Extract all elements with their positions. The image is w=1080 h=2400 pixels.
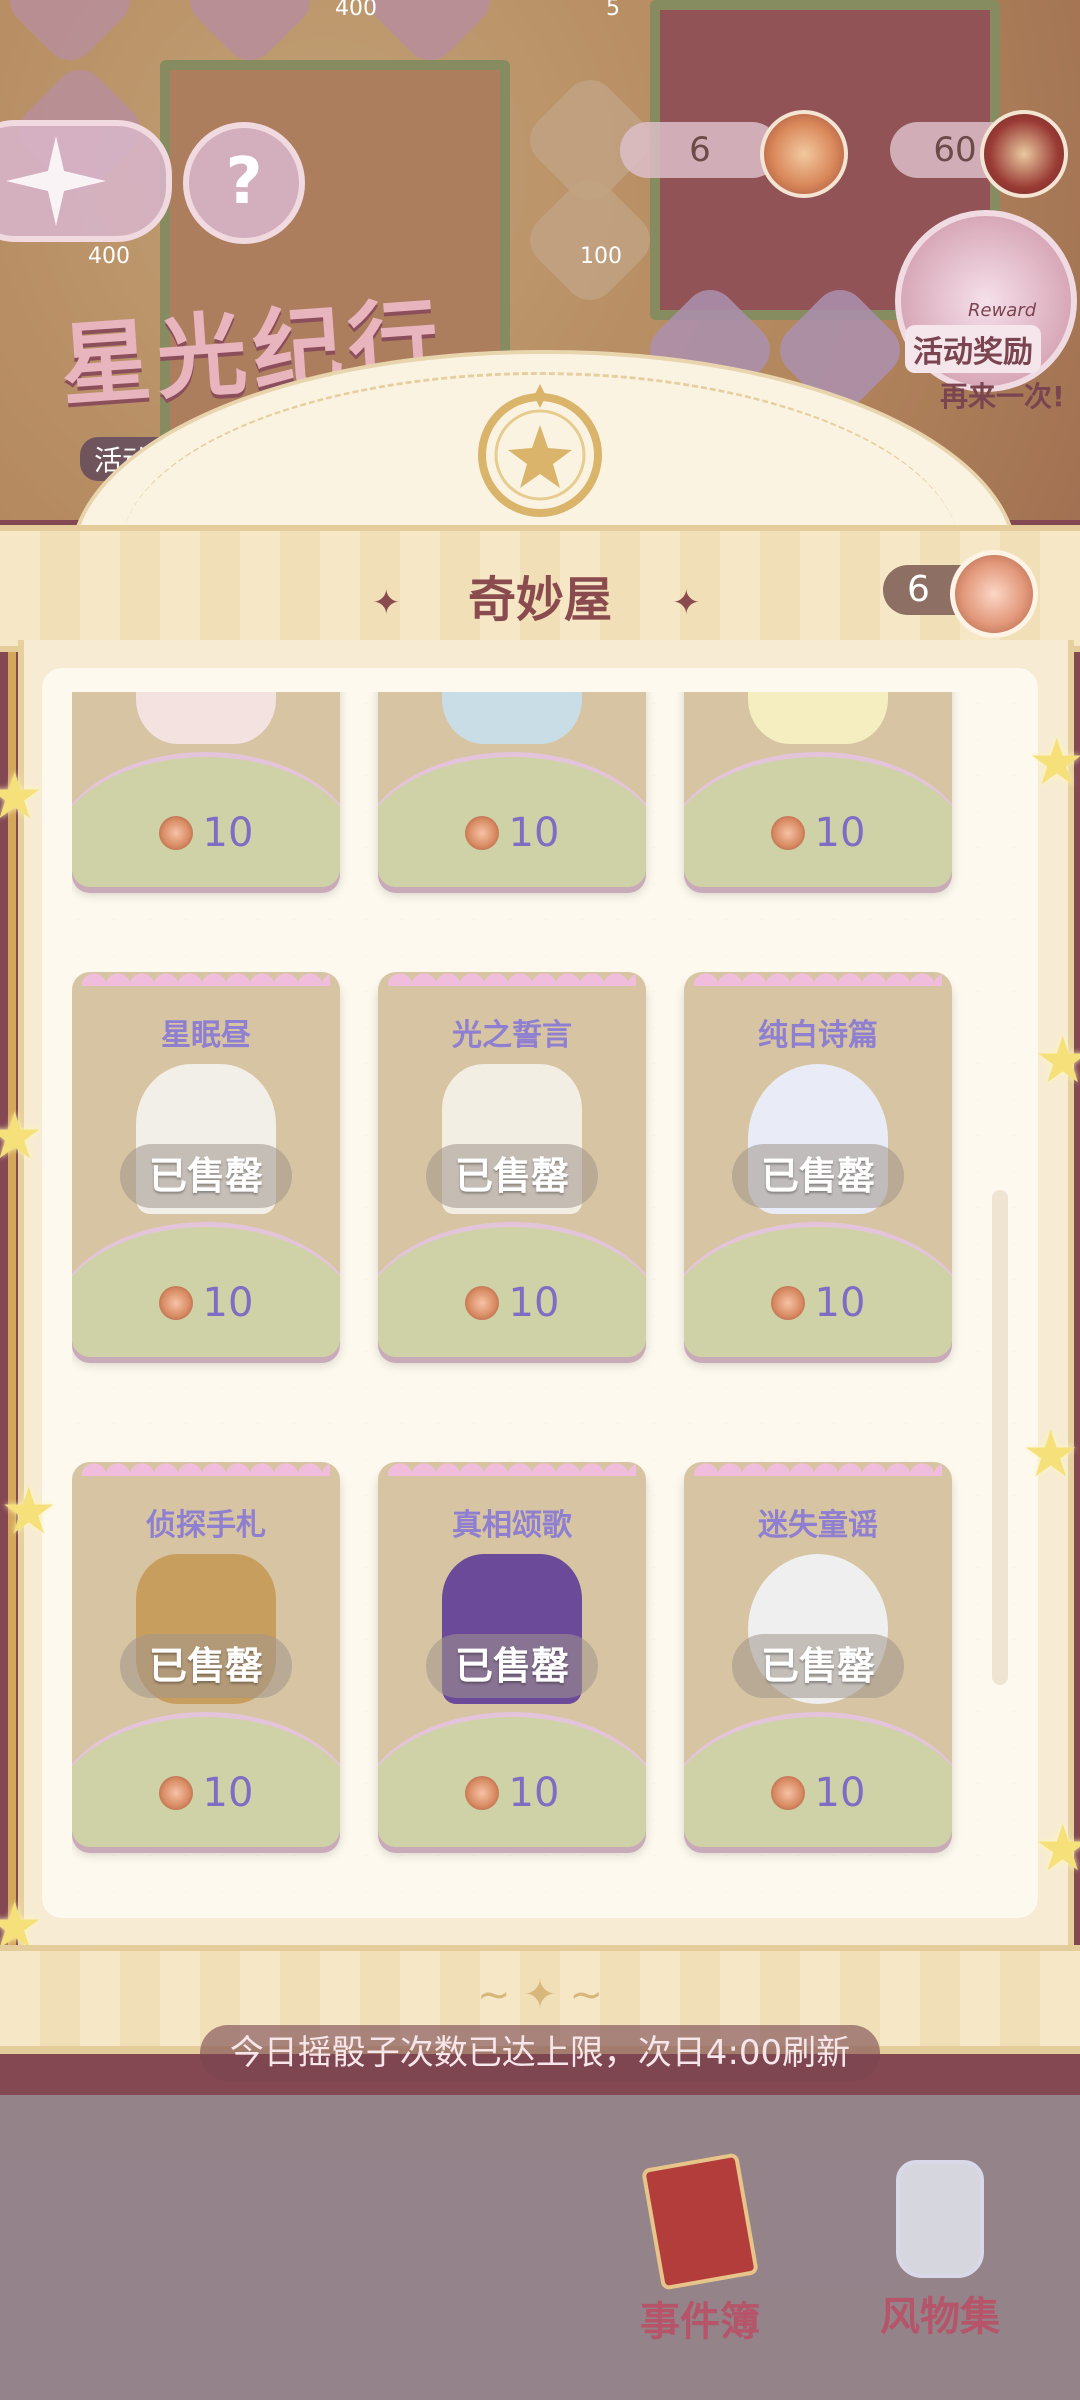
star-icon: ★ [0, 1100, 44, 1174]
star-coin-icon [158, 816, 193, 850]
sold-out-badge: 已售罄 [732, 1144, 904, 1208]
star-coin-icon [770, 816, 805, 850]
reward-label: 活动奖励 [905, 325, 1041, 373]
events-book-button[interactable]: 事件簿 [630, 2152, 770, 2347]
shop-item-card[interactable]: 纯白诗篇 已售罄 10 [684, 972, 952, 1357]
tile-value: 5 [606, 0, 620, 21]
star-icon: ★ [1022, 1418, 1080, 1492]
tile-value: 400 [335, 0, 377, 21]
sold-out-badge: 已售罄 [120, 1634, 292, 1698]
item-price: 10 [684, 810, 952, 856]
item-price: 10 [378, 810, 646, 856]
shop-item-card[interactable]: 迷失童谣 已售罄 10 [684, 1462, 952, 1847]
title-deco-right-icon: ✦ [672, 583, 701, 623]
shop-item-card[interactable]: 10 [684, 692, 952, 887]
card-ribbon [82, 972, 330, 986]
sold-out-badge: 已售罄 [120, 1144, 292, 1208]
item-name: 星眠昼 [161, 1018, 251, 1053]
star-coin-icon [464, 1286, 499, 1320]
events-book-label: 事件簿 [640, 2299, 760, 2345]
help-button[interactable]: ? [183, 122, 305, 244]
card-ribbon [388, 972, 636, 986]
jar-icon [896, 2160, 984, 2278]
star-icon: ★ [0, 1475, 58, 1549]
card-ribbon [694, 1462, 942, 1476]
sold-out-badge: 已售罄 [732, 1634, 904, 1698]
vine-left [8, 640, 16, 1960]
dice-limit-notice: 今日摇骰子次数已达上限，次日4:00刷新 [200, 2025, 880, 2081]
currency-count: 6 [907, 569, 930, 610]
item-price: 10 [684, 1770, 952, 1816]
shop-grid[interactable]: 10 10 10 星眠昼 已售罄 10 光之誓言 已售罄 10 纯白诗篇 已售罄 [72, 692, 972, 1897]
item-name: 光之誓言 [452, 1018, 572, 1053]
footer-ornament-icon: ~ ✦ ~ [477, 1972, 603, 2018]
card-ribbon [82, 1462, 330, 1476]
item-name: 迷失童谣 [758, 1508, 878, 1543]
star-coin-icon [770, 1286, 805, 1320]
collection-button[interactable]: 风物集 [870, 2160, 1010, 2342]
shop-item-card[interactable]: 真相颂歌 已售罄 10 [378, 1462, 646, 1847]
star-icon: ★ [1034, 1812, 1080, 1886]
compass-icon [6, 136, 106, 226]
dice-count: 6 [689, 130, 711, 170]
outfit-image [748, 692, 888, 744]
shop-item-card[interactable]: 侦探手札 已售罄 10 [72, 1462, 340, 1847]
tile-value: 100 [580, 244, 622, 269]
item-price: 10 [72, 1770, 340, 1816]
card-ribbon [388, 1462, 636, 1476]
reward-caption: Reward [968, 300, 1037, 321]
star-icon: ★ [0, 760, 44, 834]
shop-item-card[interactable]: 10 [72, 692, 340, 887]
star-coin-icon [760, 110, 848, 198]
star-coin-icon [158, 1286, 193, 1320]
item-price: 10 [72, 1280, 340, 1326]
back-button[interactable] [0, 120, 172, 242]
star-icon: ★ [1034, 1024, 1080, 1098]
item-price: 10 [72, 810, 340, 856]
star-coin-icon [464, 1776, 499, 1810]
item-name: 真相颂歌 [452, 1508, 572, 1543]
item-price: 10 [378, 1770, 646, 1816]
shop-item-card[interactable]: 10 [378, 692, 646, 887]
shop-item-card[interactable]: 星眠昼 已售罄 10 [72, 972, 340, 1357]
item-name: 纯白诗篇 [758, 1018, 878, 1053]
collection-label: 风物集 [880, 2294, 1000, 2340]
outfit-image [442, 692, 582, 744]
badge-icon [980, 110, 1068, 198]
card-ribbon [694, 972, 942, 986]
star-coin-icon [950, 550, 1038, 638]
item-name: 侦探手札 [146, 1508, 266, 1543]
star-coin-icon [770, 1776, 805, 1810]
star-icon: ★ [1028, 726, 1080, 800]
item-price: 10 [378, 1280, 646, 1326]
sold-out-badge: 已售罄 [426, 1144, 598, 1208]
outfit-image [136, 692, 276, 744]
badge-count: 60 [933, 130, 977, 170]
dice-counter: 6 [620, 122, 780, 178]
sold-out-badge: 已售罄 [426, 1634, 598, 1698]
star-coin-icon [464, 816, 499, 850]
star-coin-icon [158, 1776, 193, 1810]
tile-value: 400 [88, 244, 130, 269]
item-price: 10 [684, 1280, 952, 1326]
book-icon [641, 2152, 759, 2291]
shop-item-card[interactable]: 光之誓言 已售罄 10 [378, 972, 646, 1357]
scrollbar[interactable] [992, 1190, 1008, 1685]
question-icon: ? [225, 145, 263, 219]
reward-sub: 再来一次! [940, 380, 1065, 413]
shop-emblem-icon [478, 384, 602, 517]
